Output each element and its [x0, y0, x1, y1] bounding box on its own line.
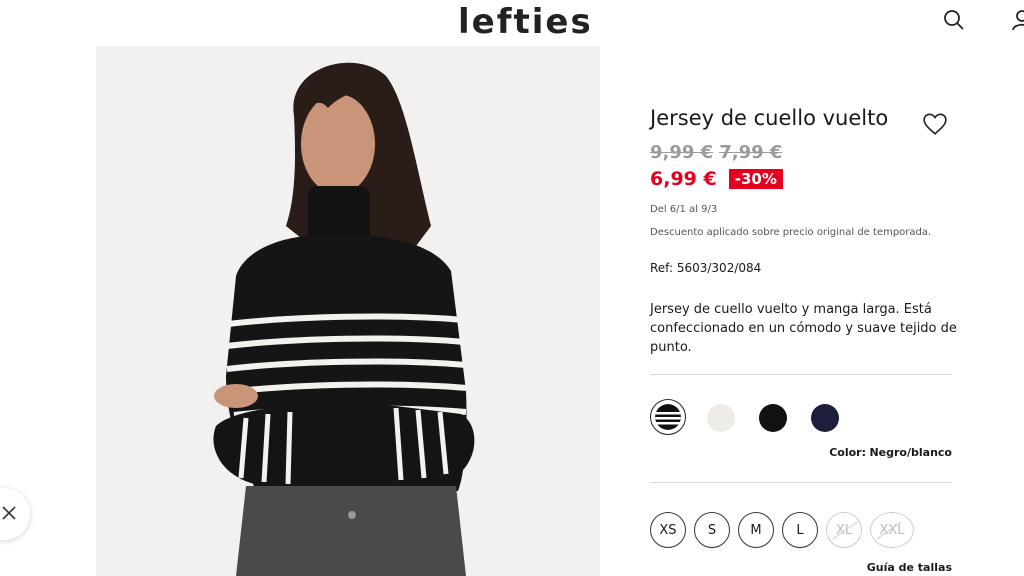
size-s[interactable]: S	[694, 512, 730, 548]
size-xxl: XXL	[870, 512, 914, 548]
current-price: 6,99 €	[650, 168, 717, 190]
lefties-logo[interactable]: lefties	[458, 2, 593, 42]
swatch-negro-blanco[interactable]	[650, 399, 686, 435]
color-label: Color: Negro/blanco	[829, 446, 952, 459]
size-xl: XL	[826, 512, 862, 548]
swatch-marino[interactable]	[806, 399, 842, 435]
old-price-2: 7,99 €	[719, 142, 783, 163]
size-selector: XS S M L XL XXL	[650, 512, 914, 548]
old-price-1: 9,99 €	[650, 142, 714, 163]
product-image[interactable]	[96, 46, 600, 576]
search-icon[interactable]	[942, 8, 966, 32]
product-ref: Ref: 5603/302/084	[650, 261, 762, 275]
user-icon[interactable]	[1010, 8, 1024, 32]
price-row: 6,99 € -30%	[650, 168, 783, 190]
divider	[650, 374, 952, 375]
color-label-value: Negro/blanco	[869, 446, 952, 459]
color-label-key: Color:	[829, 446, 866, 459]
close-button[interactable]	[0, 488, 30, 540]
discount-note: Descuento aplicado sobre precio original…	[650, 227, 932, 238]
size-guide-link[interactable]: Guía de tallas	[867, 561, 952, 574]
size-m[interactable]: M	[738, 512, 774, 548]
swatch-negro[interactable]	[754, 399, 790, 435]
product-title: Jersey de cuello vuelto	[650, 106, 889, 130]
divider	[650, 482, 952, 483]
heart-icon[interactable]	[922, 111, 948, 137]
size-l[interactable]: L	[782, 512, 818, 548]
promo-dates: Del 6/1 al 9/3	[650, 204, 718, 215]
old-prices: 9,99 €7,99 €	[650, 142, 788, 163]
discount-badge: -30%	[728, 169, 783, 189]
product-description: Jersey de cuello vuelto y manga larga. E…	[650, 302, 957, 355]
color-swatches	[650, 399, 842, 435]
close-icon	[2, 506, 16, 520]
swatch-crudo[interactable]	[702, 399, 738, 435]
size-xs[interactable]: XS	[650, 512, 686, 548]
